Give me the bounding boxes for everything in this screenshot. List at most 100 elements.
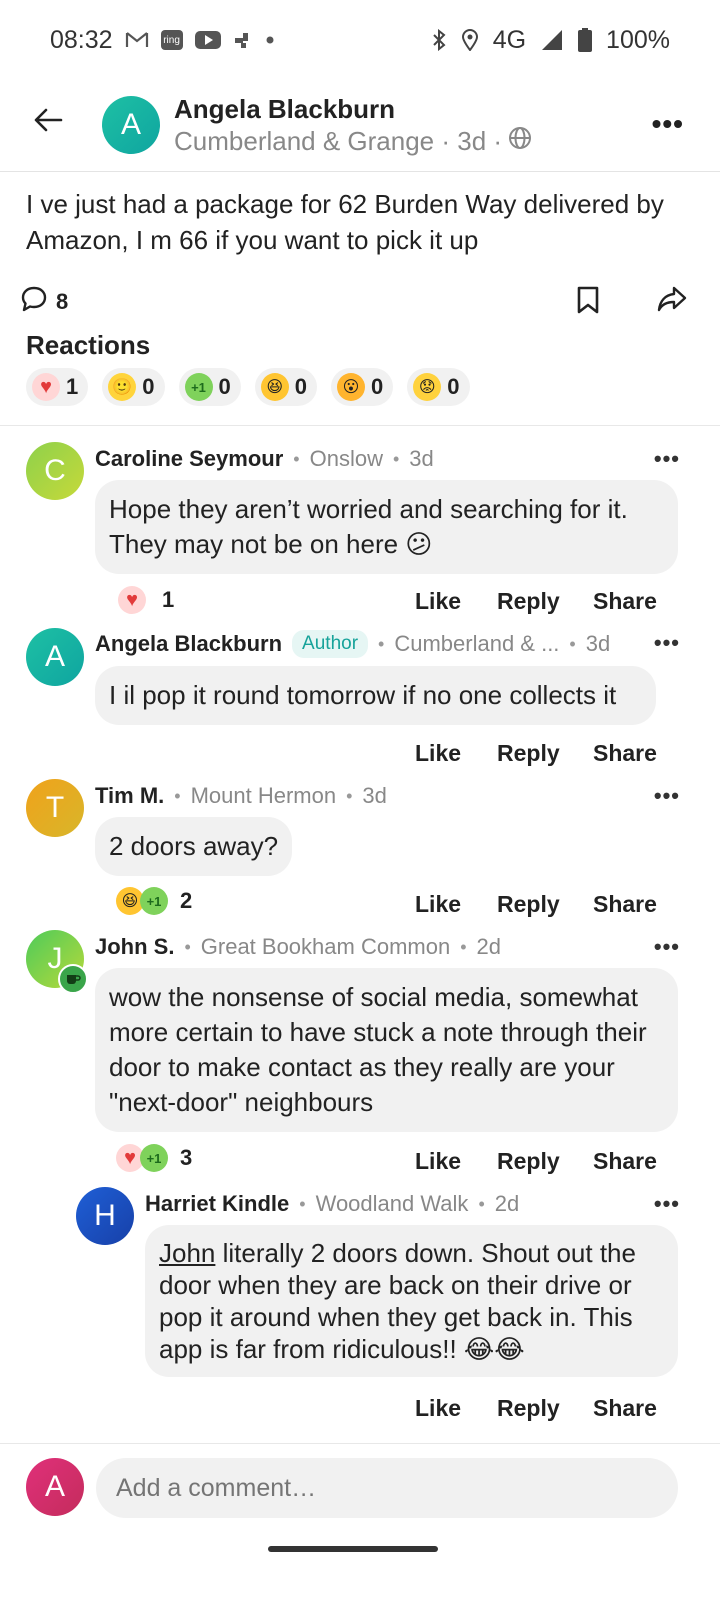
share-button[interactable]: Share [593,1395,657,1422]
reaction-smile[interactable]: 🙂 0 [102,368,165,406]
separator: • [392,448,400,469]
sad-icon: 😟 [413,373,442,401]
reply-button[interactable]: Reply [497,588,560,615]
commenter-location: Great Bookham Common [200,934,451,959]
comment-more-icon[interactable]: ••• [654,783,680,809]
reactions-heading: Reactions [26,330,151,360]
mention-link[interactable]: John [159,1238,215,1268]
network-type: 4G [492,25,527,54]
battery-icon [578,28,593,52]
notification-dot-icon [265,35,275,45]
post-meta: Cumberland & Grange · 3d · [174,126,532,157]
separator: • [346,785,353,806]
home-indicator[interactable] [268,1546,438,1552]
reply-button[interactable]: Reply [497,1148,560,1175]
comment-more-icon[interactable]: ••• [654,630,680,656]
comment-time: 2d [494,1191,520,1216]
globe-icon [508,126,532,157]
comment-composer: A [0,1443,720,1603]
comment-bubble: Hope they aren’t worried and searching f… [95,480,678,574]
commenter-location: Mount Hermon [190,783,337,808]
post-actions: 8 [20,285,700,325]
avatar[interactable]: A [26,628,84,686]
commenter-location: Woodland Walk [315,1191,469,1216]
commenter-name[interactable]: Caroline Seymour [95,446,283,472]
status-time: 08:32 [50,25,113,54]
like-button[interactable]: Like [415,891,461,918]
comment-time: 3d [409,446,434,471]
post-body: I ve just had a package for 62 Burden Wa… [26,189,664,255]
author-name[interactable]: Angela Blackburn [174,94,395,125]
reaction-wow[interactable]: 😮 0 [331,368,394,406]
separator: • [184,936,191,957]
like-button[interactable]: Like [415,588,461,615]
plus-one-icon: +1 [184,373,213,401]
comments-button[interactable]: 8 [20,285,68,319]
reply-button[interactable]: Reply [497,1395,560,1422]
comment-bubble: wow the nonsense of social media, somewh… [95,968,678,1132]
reaction-count: 0 [294,374,307,399]
separator: • [293,448,300,469]
comment-count: 8 [56,289,69,314]
comment-more-icon[interactable]: ••• [654,446,680,472]
share-icon[interactable] [657,285,687,318]
reaction-plus-one[interactable]: +1 0 [178,368,241,406]
reaction-sad[interactable]: 😟 0 [407,368,470,406]
share-button[interactable]: Share [593,1148,657,1175]
reaction-count: 1 [66,374,79,399]
reaction-heart[interactable]: ♥ 1 [26,368,89,406]
comment-text: literally 2 doors down. Shout out the do… [159,1238,636,1364]
like-button[interactable]: Like [415,1395,461,1422]
reaction-laugh[interactable]: 😆 0 [254,368,317,406]
comment-bubble-icon [20,285,48,319]
avatar[interactable]: C [26,442,84,500]
comment-input[interactable] [96,1458,678,1518]
share-button[interactable]: Share [593,588,657,615]
back-arrow-icon[interactable] [30,102,66,138]
heart-icon: ♥ [32,373,60,401]
share-button[interactable]: Share [593,740,657,767]
reply-button[interactable]: Reply [497,740,560,767]
wow-icon: 😮 [337,373,365,401]
comment-time: 2d [476,934,501,959]
coffee-badge-icon [58,964,88,994]
slack-icon [233,30,253,50]
my-avatar[interactable]: A [26,1458,84,1516]
more-options-icon[interactable]: ••• [652,108,684,140]
status-bar: 08:32 ring 4G 100% [0,0,720,80]
commenter-location: Onslow [309,446,383,471]
avatar[interactable]: H [76,1187,134,1245]
commenter-name[interactable]: Angela Blackburn [95,631,282,657]
like-button[interactable]: Like [415,740,461,767]
separator: • [460,936,467,957]
separator: • [378,633,385,654]
author-badge: Author [292,630,369,658]
reaction-count: 0 [371,374,384,399]
divider [0,425,720,426]
gmail-icon [125,31,149,49]
bluetooth-icon [431,29,447,51]
post-header: A Angela Blackburn Cumberland & Grange ·… [0,80,720,172]
reaction-count: 0 [447,374,460,399]
commenter-name[interactable]: Harriet Kindle [145,1191,289,1217]
comment-bubble: 2 doors away? [95,817,293,876]
comment-bubble: John literally 2 doors down. Shout out t… [145,1225,678,1377]
signal-icon [540,29,564,51]
ring-icon: ring [160,30,183,50]
commenter-name[interactable]: John S. [95,934,174,960]
youtube-icon [194,30,221,50]
avatar[interactable]: T [26,779,84,837]
comment-bubble: I il pop it round tomorrow if no one col… [95,666,656,725]
laugh-icon: 😆 [260,373,289,401]
like-button[interactable]: Like [415,1148,461,1175]
separator: • [174,785,181,806]
comment-more-icon[interactable]: ••• [654,934,680,960]
reply-button[interactable]: Reply [497,891,560,918]
share-button[interactable]: Share [593,891,657,918]
commenter-name[interactable]: Tim M. [95,783,164,809]
comment-time: 3d [585,631,611,656]
bookmark-icon[interactable] [575,285,601,320]
author-avatar[interactable]: A [102,96,160,154]
comment-more-icon[interactable]: ••• [654,1191,680,1217]
separator: • [299,1193,306,1214]
